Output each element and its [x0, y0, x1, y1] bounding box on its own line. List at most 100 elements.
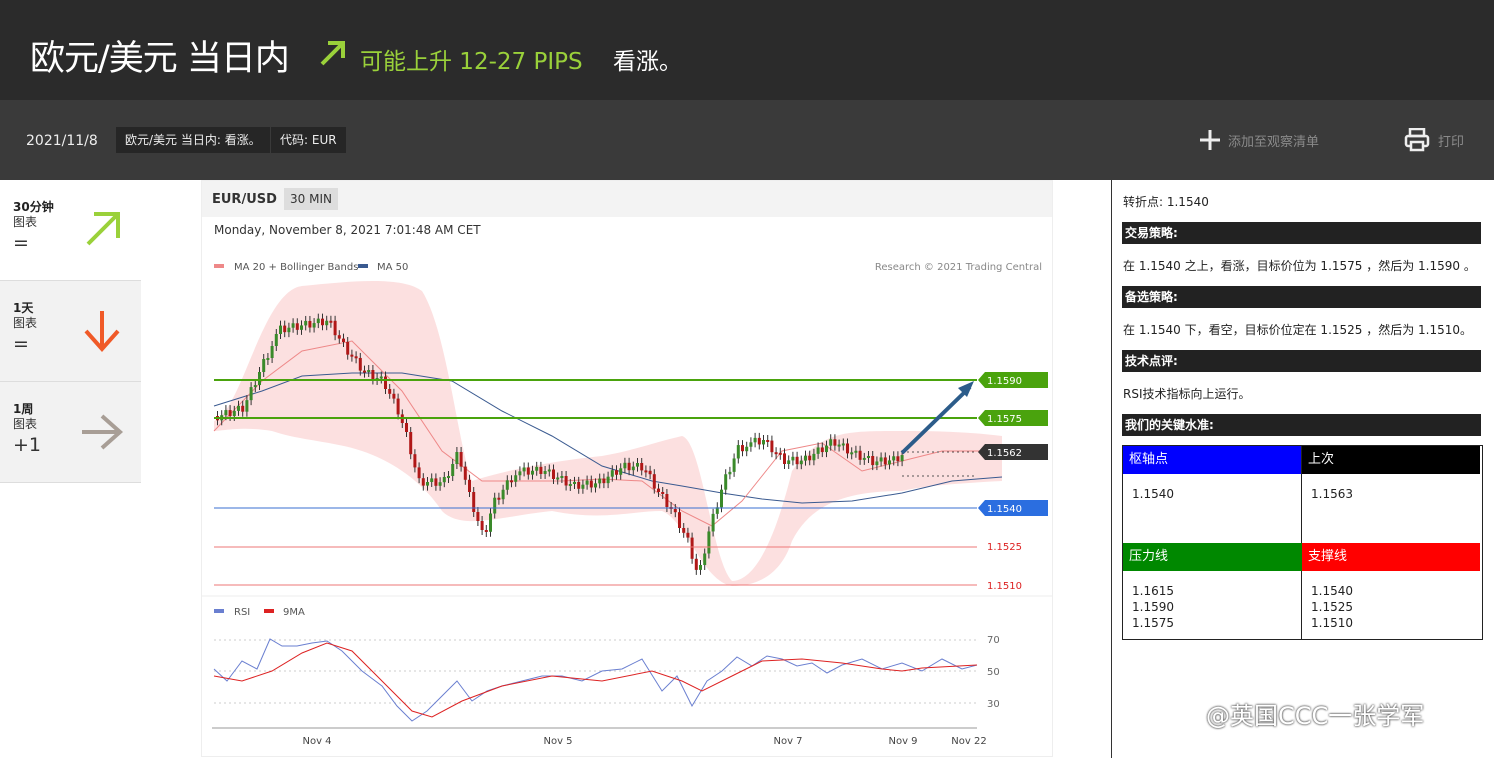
x-tick: Nov 4 — [302, 736, 331, 747]
candle-body — [287, 327, 291, 333]
candle-body — [720, 489, 723, 508]
candle-body — [363, 370, 366, 373]
candle-body — [854, 450, 858, 453]
candle-body — [476, 512, 480, 521]
candle-body — [409, 432, 413, 455]
candle-body — [291, 323, 295, 328]
candle-body — [463, 466, 467, 480]
candle-body — [539, 466, 543, 474]
candle-body — [619, 468, 623, 475]
candle-body — [224, 410, 228, 416]
level-label: 1.1575 — [987, 414, 1022, 425]
candle-body — [757, 437, 761, 445]
candle-body — [438, 482, 442, 486]
candle-body — [841, 443, 845, 446]
print-button[interactable]: 打印 — [1404, 128, 1464, 152]
candle-body — [480, 521, 484, 530]
candle-body — [888, 460, 891, 465]
candle-body — [673, 509, 677, 513]
candle-body — [384, 376, 387, 389]
candle-body — [505, 480, 509, 490]
candle-body — [581, 484, 585, 489]
candle-body — [724, 474, 728, 490]
level-label: 1.1510 — [987, 581, 1022, 592]
candle-body — [846, 443, 849, 454]
candle-body — [543, 471, 547, 474]
candle-body — [602, 478, 606, 484]
candle-body — [762, 440, 765, 445]
candle-body — [531, 470, 534, 475]
alt-strategy-header: 备选策略: — [1122, 286, 1481, 308]
candle-body — [497, 497, 501, 500]
level-label: 1.1525 — [987, 542, 1022, 553]
instrument-tag: 欧元/美元 当日内: 看涨。 — [116, 127, 270, 153]
candle-body — [577, 481, 581, 489]
x-tick: Nov 22 — [951, 736, 986, 747]
candle-body — [858, 450, 862, 460]
resistance-header: 压力线 — [1123, 543, 1302, 571]
candle-body — [270, 346, 274, 358]
watermark: @英国CCC一张学军 — [1206, 702, 1425, 730]
candle-body — [686, 532, 690, 538]
candle-body — [245, 400, 249, 412]
candle-body — [833, 439, 837, 446]
candle-body — [871, 456, 875, 466]
candle-body — [417, 467, 421, 479]
candle-body — [741, 445, 744, 452]
timeframe-list: 30分钟 图表 = 1天 图表 = 1周 图表 +1 — [0, 180, 141, 483]
watchlist-label: 添加至观察清单 — [1228, 134, 1320, 150]
candle-body — [493, 497, 497, 514]
add-watchlist-button[interactable]: 添加至观察清单 — [1198, 128, 1319, 152]
candle-body — [451, 464, 455, 476]
candle-body — [455, 452, 459, 464]
candle-body — [732, 458, 736, 472]
candle-body — [514, 475, 518, 482]
candle-body — [690, 537, 694, 559]
print-label: 打印 — [1438, 134, 1465, 150]
arrow-up-right-icon — [320, 41, 345, 66]
candle-body — [879, 457, 883, 462]
strategy-header: 交易策略: — [1122, 222, 1481, 244]
candle-body — [501, 489, 505, 500]
candle-body — [745, 446, 749, 452]
timeframe-30min[interactable]: 30分钟 图表 = — [0, 180, 141, 281]
pivot-header: 枢轴点 — [1123, 446, 1302, 474]
candle-body — [342, 338, 345, 342]
strategy-text: 在 1.1540 之上，看涨，目标价位为 1.1575 ，然后为 1.1590 … — [1123, 259, 1476, 273]
last-header: 上次 — [1302, 446, 1480, 474]
candle-body — [295, 323, 299, 330]
printer-icon — [1404, 128, 1430, 152]
candle-body — [707, 531, 711, 554]
candle-body — [892, 456, 896, 461]
rsi-tick: 70 — [987, 635, 1000, 646]
candle-body — [333, 320, 337, 336]
candle-body — [522, 467, 526, 472]
candle-body — [312, 323, 316, 328]
timeframe-1day[interactable]: 1天 图表 = — [0, 281, 141, 382]
candle-body — [489, 513, 492, 532]
candle-body — [829, 439, 833, 446]
timeframe-value: +1 — [13, 434, 42, 456]
candle-body — [253, 385, 257, 388]
key-levels-header: 我们的关键水准: — [1122, 414, 1481, 436]
candle-body — [791, 456, 795, 461]
candle-body — [358, 357, 362, 371]
legend-swatch-ma50 — [358, 264, 368, 268]
candle-body — [316, 318, 320, 324]
legend-swatch-ma20 — [214, 264, 224, 268]
price-chart[interactable]: EUR/USD 30 MIN Monday, November 8, 2021 … — [201, 180, 1053, 757]
candle-body — [661, 492, 665, 494]
candle-body — [648, 470, 652, 475]
pivot-value: 1.1540 — [1132, 487, 1174, 501]
date-label: 2021/11/8 — [26, 133, 98, 149]
timeframe-1week[interactable]: 1周 图表 +1 — [0, 382, 141, 483]
legend-ma20: MA 20 + Bollinger Bands — [234, 262, 358, 273]
legend-9ma: 9MA — [283, 607, 305, 618]
candle-body — [350, 354, 354, 357]
legend-ma50: MA 50 — [377, 262, 408, 273]
rsi-tick: 50 — [987, 667, 1000, 678]
candle-body — [388, 389, 392, 394]
candle-body — [783, 453, 786, 464]
candle-body — [640, 463, 644, 471]
candle-body — [249, 387, 253, 401]
